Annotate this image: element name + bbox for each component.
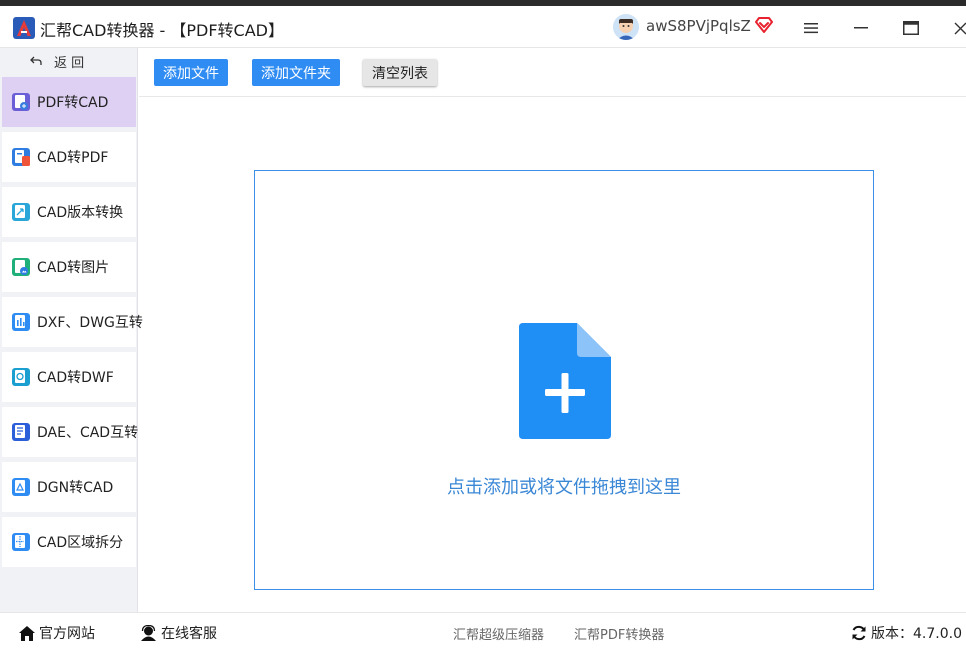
avatar-icon bbox=[613, 14, 639, 40]
sidebar: 返 回 PDF转CAD CAD转PDF CAD版本转换 CAD转图片 DXF、D… bbox=[0, 48, 143, 612]
super-compressor-link[interactable]: 汇帮超级压缩器 bbox=[453, 624, 544, 643]
cad-to-image-icon bbox=[12, 258, 30, 276]
menu-button[interactable] bbox=[797, 14, 825, 42]
sidebar-item-label: CAD转图片 bbox=[37, 260, 110, 276]
sidebar-item-cad-to-image[interactable]: CAD转图片 bbox=[2, 242, 136, 292]
sidebar-item-dgn-to-cad[interactable]: DGN转CAD bbox=[2, 462, 136, 512]
sidebar-item-label: PDF转CAD bbox=[37, 95, 109, 111]
maximize-icon bbox=[903, 21, 919, 35]
pdf-converter-link[interactable]: 汇帮PDF转换器 bbox=[574, 624, 664, 643]
sidebar-item-cad-region-split[interactable]: CAD区域拆分 bbox=[2, 517, 136, 567]
sidebar-item-label: CAD区域拆分 bbox=[37, 535, 124, 551]
dxf-dwg-icon bbox=[12, 313, 30, 331]
add-folder-button[interactable]: 添加文件夹 bbox=[252, 59, 340, 86]
user-avatar[interactable] bbox=[613, 14, 639, 40]
minimize-button[interactable] bbox=[847, 14, 875, 42]
version-info[interactable]: 版本：4.7.0.0 bbox=[851, 623, 962, 643]
footer: 官方网站 在线客服 汇帮超级压缩器 汇帮PDF转换器 版本：4.7.0.0 bbox=[0, 612, 966, 652]
sidebar-item-dae-cad[interactable]: DAE、CAD互转 bbox=[2, 407, 139, 457]
version-label: 版本：4.7.0.0 bbox=[871, 626, 962, 642]
hamburger-icon bbox=[804, 23, 818, 34]
sidebar-item-cad-version-convert[interactable]: CAD版本转换 bbox=[2, 187, 136, 237]
pdf-to-cad-icon bbox=[12, 93, 30, 111]
app-logo-icon bbox=[13, 17, 35, 39]
add-file-button[interactable]: 添加文件 bbox=[154, 59, 228, 86]
cad-to-pdf-icon bbox=[12, 148, 30, 166]
sidebar-item-dxf-dwg[interactable]: DXF、DWG互转 bbox=[2, 297, 143, 347]
home-icon bbox=[19, 625, 35, 641]
cad-region-split-icon bbox=[12, 533, 30, 551]
online-support-label: 在线客服 bbox=[161, 626, 217, 642]
sidebar-item-pdf-to-cad[interactable]: PDF转CAD bbox=[2, 77, 136, 127]
clear-list-button[interactable]: 清空列表 bbox=[363, 59, 437, 86]
customer-service-icon bbox=[141, 625, 156, 641]
official-website-label: 官方网站 bbox=[39, 626, 95, 642]
file-drop-zone[interactable]: 点击添加或将文件拖拽到这里 bbox=[254, 170, 874, 590]
sidebar-item-label: CAD转PDF bbox=[37, 150, 109, 166]
back-label: 返 回 bbox=[54, 55, 85, 71]
sidebar-item-label: DGN转CAD bbox=[37, 480, 114, 496]
refresh-icon bbox=[852, 625, 866, 641]
dgn-to-cad-icon bbox=[12, 478, 30, 496]
sidebar-item-label: DAE、CAD互转 bbox=[37, 425, 139, 441]
official-website-link[interactable]: 官方网站 bbox=[19, 623, 95, 643]
app-window: 汇帮CAD转换器 - 【PDF转CAD】 awS8PVjPqlsZ 返 回 PD… bbox=[0, 0, 966, 652]
back-arrow-icon bbox=[30, 56, 42, 65]
close-icon bbox=[954, 22, 966, 34]
sidebar-item-label: CAD转DWF bbox=[37, 370, 114, 386]
cad-to-dwf-icon bbox=[12, 368, 30, 386]
online-support-link[interactable]: 在线客服 bbox=[140, 623, 217, 643]
vip-diamond-icon[interactable] bbox=[754, 15, 774, 35]
minimize-icon bbox=[854, 27, 868, 29]
add-file-icon bbox=[519, 323, 611, 439]
drop-zone-hint: 点击添加或将文件拖拽到这里 bbox=[447, 477, 681, 498]
username[interactable]: awS8PVjPqlsZ bbox=[646, 17, 751, 35]
title-bar: 汇帮CAD转换器 - 【PDF转CAD】 awS8PVjPqlsZ bbox=[0, 6, 966, 48]
maximize-button[interactable] bbox=[897, 14, 925, 42]
close-button[interactable] bbox=[946, 14, 966, 42]
sidebar-item-label: DXF、DWG互转 bbox=[37, 315, 143, 331]
cad-version-icon bbox=[12, 203, 30, 221]
toolbar: 添加文件 添加文件夹 清空列表 bbox=[139, 48, 966, 97]
window-title: 汇帮CAD转换器 - 【PDF转CAD】 bbox=[40, 21, 284, 40]
dae-cad-icon bbox=[12, 423, 30, 441]
back-button[interactable]: 返 回 bbox=[0, 48, 138, 74]
sidebar-item-cad-to-dwf[interactable]: CAD转DWF bbox=[2, 352, 136, 402]
sidebar-item-cad-to-pdf[interactable]: CAD转PDF bbox=[2, 132, 136, 182]
sidebar-item-label: CAD版本转换 bbox=[37, 205, 124, 221]
